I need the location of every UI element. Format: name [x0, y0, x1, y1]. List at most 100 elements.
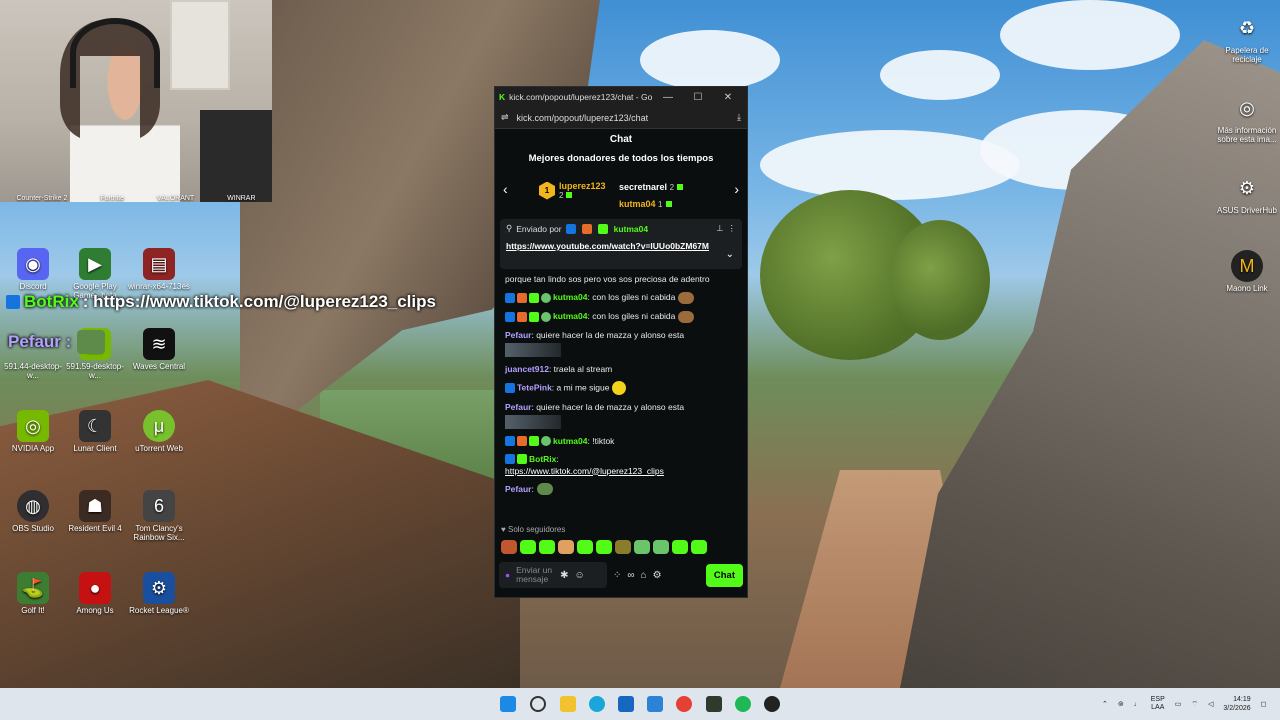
chat-message: kutma04: !tiktok [505, 435, 737, 447]
kicks-gem-icon [665, 201, 672, 207]
chevron-up-icon[interactable]: ⌃ [1102, 700, 1108, 708]
calculator-icon[interactable] [618, 696, 634, 712]
more-options-icon[interactable]: ⋮ [728, 223, 737, 234]
desktop-icon-lunar[interactable]: ☾ Lunar Client [62, 410, 128, 453]
google-play-icon: ▶ [79, 248, 111, 280]
language-indicator[interactable]: ESP LAA [1151, 696, 1165, 712]
nvidia-icon: ◎ [17, 410, 49, 442]
desktop-icon-r6[interactable]: 6 Tom Clancy's Rainbow Six... [126, 490, 192, 542]
clock[interactable]: 14:19 3/2/2026 [1223, 695, 1250, 713]
kicks-icon[interactable]: ⁘ [613, 570, 621, 581]
desktop-icon-re4[interactable]: ☗ Resident Evil 4 [62, 490, 128, 533]
webcam-label: Fortnite [100, 195, 125, 202]
download-icon[interactable]: ⤓ [737, 112, 741, 123]
address-bar[interactable]: ⇌ kick.com/popout/luperez123/chat ⤓ [495, 107, 747, 129]
emote-icon[interactable] [558, 540, 574, 554]
send-chat-button[interactable]: Chat [705, 563, 743, 587]
chat-message: Pefaur: [505, 483, 737, 496]
emote-icon[interactable] [691, 540, 707, 554]
search-icon[interactable] [530, 696, 546, 712]
wifi-icon[interactable]: ⌔ [1191, 700, 1198, 709]
infinity-icon[interactable]: ∞ [627, 570, 634, 581]
mic-icon[interactable]: ● [505, 570, 510, 580]
waves-icon: ≋ [143, 328, 175, 360]
top-donors-panel: Mejores donadores de todos los tiempos ‹… [495, 153, 747, 219]
maximize-button[interactable]: ☐ [683, 92, 713, 103]
chrome-icon[interactable] [676, 696, 692, 712]
pin-icon: ⚲ [506, 223, 513, 233]
chat-header: Chat [609, 134, 633, 145]
desktop-icon-asus[interactable]: ⚙ ASUS DriverHub [1214, 172, 1280, 216]
file-explorer-icon[interactable] [560, 696, 576, 712]
site-settings-icon[interactable]: ⇌ [501, 112, 509, 123]
desktop-icon-winrar[interactable]: ▤ winrar-x64-713es [126, 248, 192, 291]
obs-taskbar-icon[interactable] [764, 696, 780, 712]
network-icon[interactable]: ⊚ [1118, 700, 1124, 708]
emote-icon[interactable] [653, 540, 669, 554]
desktop-icon-nvidia-app[interactable]: ◎ NVIDIA App [0, 410, 66, 453]
webcam-label: VALORANT [157, 195, 195, 202]
badge-icon [597, 223, 608, 234]
desktop-icon-info[interactable]: ◎ Más información sobre esta ima... [1214, 92, 1280, 145]
re4-icon: ☗ [79, 490, 111, 522]
followers-only-label: ♥ Solo seguidores [501, 525, 566, 534]
system-tray: ⌃ ⊚ ♩ ESP LAA ▭ ⌔ ◁ 14:19 3/2/2026 ◻ [1102, 688, 1266, 720]
xbox-icon[interactable] [706, 696, 722, 712]
window-titlebar: K kick.com/popout/luperez123/chat - Go..… [495, 87, 747, 107]
asus-icon: ⚙ [1238, 177, 1256, 198]
emote-icon[interactable] [634, 540, 650, 554]
desktop-icon-rocket-league[interactable]: ⚙ Rocket League® [126, 572, 192, 615]
pinned-message[interactable]: ⚲ Enviado por kutma04 ⊥ ⋮ https://www.yo… [500, 219, 742, 269]
outlook-icon[interactable] [647, 696, 663, 712]
magic-icon[interactable]: ✱ [560, 570, 568, 581]
pinned-link[interactable]: https://www.youtube.com/watch?v=lUUo0bZM… [506, 240, 736, 252]
desktop-icon-discord[interactable]: ◉ Discord [0, 248, 66, 291]
chevron-down-icon[interactable]: ⌄ [726, 249, 734, 260]
url-text[interactable]: kick.com/popout/luperez123/chat [517, 113, 737, 123]
gift-icon[interactable]: ⌂ [641, 570, 647, 581]
monitor-icon[interactable]: ▭ [1175, 700, 1182, 708]
emote-icon[interactable] [501, 540, 517, 554]
lunar-icon: ☾ [79, 410, 111, 442]
notification-icon[interactable]: ◻ [1261, 700, 1267, 708]
chat-input-bar: ● Enviar un mensaje ✱ ☺ ⁘ ∞ ⌂ ⚙ Chat [499, 561, 743, 589]
emoji-icon[interactable]: ☺ [575, 570, 585, 581]
chat-input[interactable]: ● Enviar un mensaje ✱ ☺ [499, 562, 607, 588]
edge-icon[interactable] [589, 696, 605, 712]
kicks-gem-icon [566, 192, 573, 198]
window-title: kick.com/popout/luperez123/chat - Go... [509, 92, 653, 102]
recycle-bin-icon: ♻ [1238, 17, 1256, 38]
webcam-label: WINRAR [227, 195, 256, 202]
desktop-icon-among-us[interactable]: ● Among Us [62, 572, 128, 615]
emote-icon[interactable] [615, 540, 631, 554]
volume-icon[interactable]: ◁ [1208, 700, 1213, 708]
desktop-icon-golf[interactable]: ⛳ Golf It! [0, 572, 66, 615]
desktop-icon-obs[interactable]: ◍ OBS Studio [0, 490, 66, 533]
among-us-icon: ● [79, 572, 111, 604]
unpin-icon[interactable]: ⊥ [716, 223, 723, 234]
chevron-left-icon[interactable]: ‹ [503, 181, 508, 197]
microphone-icon[interactable]: ♩ [1134, 701, 1141, 708]
emote-icon[interactable] [520, 540, 536, 554]
info-camera-icon: ◎ [1239, 97, 1255, 118]
emote-icon[interactable] [672, 540, 688, 554]
winrar-icon: ▤ [143, 248, 175, 280]
start-icon[interactable] [500, 696, 516, 712]
close-button[interactable]: ✕ [713, 92, 743, 103]
emote-icon [678, 291, 695, 304]
chevron-right-icon[interactable]: › [734, 181, 739, 197]
desktop-icon-recycle-bin[interactable]: ♻ Papelera de reciclaje [1214, 12, 1280, 65]
tiktok-link[interactable]: https://www.tiktok.com/@luperez123_clips [505, 466, 664, 476]
emote-icon[interactable] [577, 540, 593, 554]
emote-icon[interactable] [596, 540, 612, 554]
emote-icon[interactable] [539, 540, 555, 554]
badge-icon [565, 223, 576, 234]
minimize-button[interactable]: — [653, 92, 683, 103]
chat-message-partial: porque tan lindo sos pero vos sos precio… [505, 274, 710, 284]
desktop-icon-waves[interactable]: ≋ Waves Central [126, 328, 192, 371]
gear-icon[interactable]: ⚙ [653, 570, 662, 581]
maono-icon: M [1231, 250, 1263, 282]
desktop-icon-utorrent[interactable]: μ uTorrent Web [126, 410, 192, 453]
spotify-icon[interactable] [735, 696, 751, 712]
desktop-icon-maono[interactable]: M Maono Link [1214, 250, 1280, 293]
